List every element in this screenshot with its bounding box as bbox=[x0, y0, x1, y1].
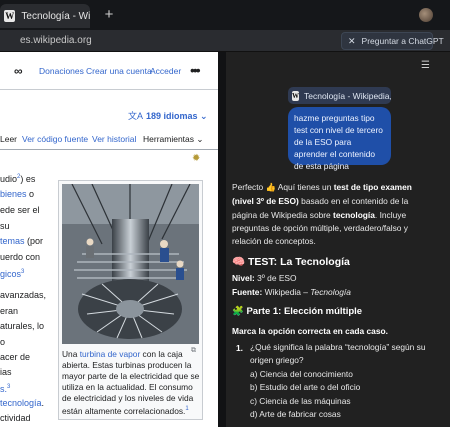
profile-avatar[interactable] bbox=[419, 8, 433, 22]
question-text: ¿Qué significa la palabra “tecnología” s… bbox=[250, 342, 426, 352]
create-account-link[interactable]: Crear una cuenta bbox=[86, 66, 152, 76]
wikipedia-favicon-icon: W bbox=[292, 90, 299, 101]
tab-read[interactable]: Leer bbox=[0, 134, 17, 144]
browser-tab[interactable]: W Tecnología - Wikiped bbox=[0, 4, 90, 28]
sistemas-link[interactable]: temas bbox=[0, 236, 25, 246]
text-line: tecnología. bbox=[0, 398, 45, 408]
sciences-link[interactable]: s. bbox=[0, 384, 7, 394]
option-b: b) Estudio del arte o del oficio bbox=[250, 382, 361, 392]
question-text: origen griego? bbox=[250, 355, 304, 365]
answer-line: (nivel 3º de ESO) basado en el contenido… bbox=[232, 196, 409, 206]
turbine-figure: ⧉ Una turbina de vapor con la caja abier… bbox=[58, 180, 203, 420]
text-line: ias bbox=[0, 367, 12, 377]
preferences-glasses-icon[interactable]: ∞ bbox=[14, 64, 23, 78]
wikipedia-favicon-icon: W bbox=[4, 10, 16, 22]
text-line: aturales, lo bbox=[0, 321, 45, 331]
donations-link[interactable]: Donaciones bbox=[39, 66, 84, 76]
text-line: avanzadas, bbox=[0, 290, 47, 300]
ask-chatgpt-label: Preguntar a ChatGPT bbox=[361, 36, 444, 46]
text-line: gicos3 bbox=[0, 269, 25, 279]
tecnologicos-link[interactable]: gicos bbox=[0, 269, 21, 279]
answer-line: Perfecto 👍 Aquí tienes un test de tipo e… bbox=[232, 182, 412, 192]
text-line: s.3 bbox=[0, 384, 11, 394]
pane-divider[interactable] bbox=[218, 52, 226, 427]
more-menu-icon[interactable]: ••• bbox=[190, 62, 201, 78]
tecnologia-link[interactable]: tecnología bbox=[0, 398, 42, 408]
text-line: uerdo con bbox=[0, 252, 41, 262]
tab-tools[interactable]: Herramientas ⌄ bbox=[143, 134, 204, 145]
source-line: Fuente: Wikipedia – Tecnología bbox=[232, 287, 351, 297]
wiki-header: ∞ Donaciones Crear una cuenta Acceder ••… bbox=[0, 52, 218, 90]
bienes-link[interactable]: bienes bbox=[0, 189, 27, 199]
option-d: d) Arte de fabricar cosas bbox=[250, 409, 341, 419]
level-line: Nivel: 3º de ESO bbox=[232, 273, 297, 283]
chip-label: Tecnología - Wikipedia, la e... bbox=[304, 90, 391, 101]
turbina-de-vapor-link[interactable]: turbina de vapor bbox=[80, 349, 141, 359]
featured-article-icon: ✹ bbox=[192, 153, 201, 164]
address-bar[interactable]: es.wikipedia.org ✕ Preguntar a ChatGPT bbox=[0, 30, 450, 52]
languages-label: 189 idiomas bbox=[146, 111, 198, 121]
page-context-chip[interactable]: W Tecnología - Wikipedia, la e... bbox=[288, 87, 391, 104]
text-line: ctividad bbox=[0, 413, 31, 423]
answer-line: preguntas de opción múltiple, verdadero/… bbox=[232, 223, 408, 233]
text-line: ede ser el bbox=[0, 205, 40, 215]
url-text: es.wikipedia.org bbox=[20, 35, 92, 46]
test-title: 🧠 TEST: La Tecnología bbox=[232, 256, 350, 268]
steam-turbine-image[interactable] bbox=[62, 184, 199, 344]
login-link[interactable]: Acceder bbox=[150, 66, 181, 76]
text-line: su bbox=[0, 221, 10, 231]
answer-line: página de Wikipedia sobre tecnología. In… bbox=[232, 210, 407, 220]
text-line: bienes o bbox=[0, 189, 35, 199]
tab-bar: W Tecnología - Wikiped + bbox=[0, 0, 450, 30]
tab-view-source[interactable]: Ver código fuente bbox=[22, 134, 88, 144]
wiki-tabs: Leer Ver código fuente Ver historial Her… bbox=[0, 130, 218, 150]
option-c: c) Ciencia de las máquinas bbox=[250, 396, 351, 406]
sidebar-toggle-icon[interactable]: ☰ bbox=[421, 60, 430, 71]
close-icon[interactable]: ✕ bbox=[348, 36, 356, 47]
part1-title: 🧩 Parte 1: Elección múltiple bbox=[232, 306, 363, 317]
tab-title: Tecnología - Wikiped bbox=[21, 10, 90, 22]
translate-icon: 文A bbox=[128, 111, 144, 121]
wikipedia-pane: ∞ Donaciones Crear una cuenta Acceder ••… bbox=[0, 52, 218, 427]
text-line: acer de bbox=[0, 352, 31, 362]
option-a: a) Ciencia del conocimiento bbox=[250, 369, 353, 379]
ask-chatgpt-button[interactable]: ✕ Preguntar a ChatGPT bbox=[341, 32, 444, 50]
answer-line: relación de conceptos. bbox=[232, 236, 316, 246]
text-line: temas (por bbox=[0, 236, 44, 246]
turbine-illustration bbox=[62, 184, 199, 344]
user-message: hazme preguntas tipo test con nivel de t… bbox=[288, 107, 391, 171]
figure-caption: Una turbina de vapor con la caja abierta… bbox=[62, 349, 200, 416]
tab-view-history[interactable]: Ver historial bbox=[92, 134, 136, 144]
new-tab-button[interactable]: + bbox=[100, 6, 118, 24]
languages-button[interactable]: 文A 189 idiomas ⌄ bbox=[128, 109, 208, 122]
question-number: 1. bbox=[236, 343, 243, 353]
text-line: udio2) es bbox=[0, 174, 36, 184]
instruction-line: Marca la opción correcta en cada caso. bbox=[232, 326, 388, 336]
text-line: o bbox=[0, 337, 6, 347]
text-line: eran bbox=[0, 306, 19, 316]
